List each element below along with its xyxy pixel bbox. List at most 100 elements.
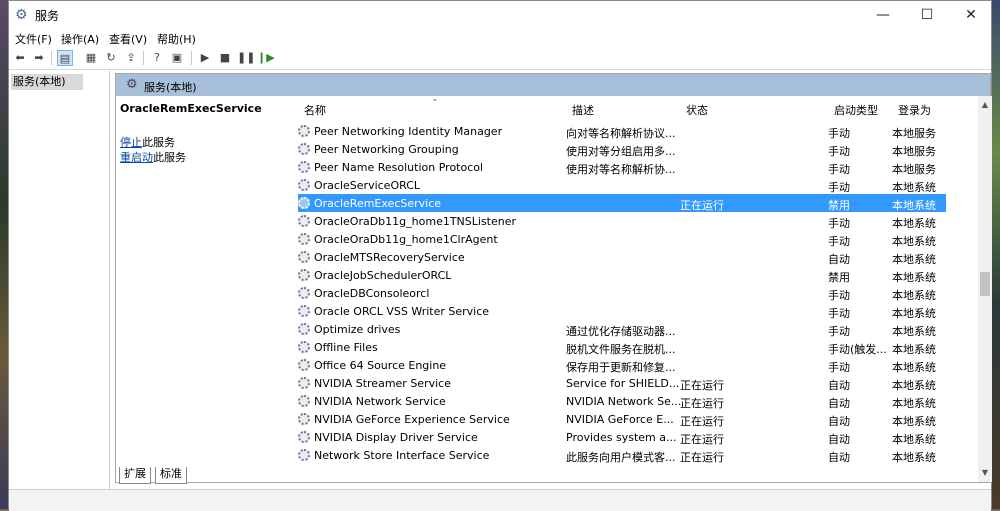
service-name: OracleOraDb11g_home1ClrAgent xyxy=(314,233,498,246)
service-status: 正在运行 xyxy=(680,451,724,464)
table-row[interactable]: Office 64 Source Engine 保存用于更新和修复... 手动 本地系… xyxy=(298,356,946,374)
table-row[interactable]: NVIDIA GeForce Experience Service NVIDIA … xyxy=(298,410,946,428)
table-row[interactable]: OracleDBConsoleorcl 手动 本地系统 xyxy=(298,284,946,302)
service-name: NVIDIA Network Service xyxy=(314,395,446,408)
service-log-on-as: 本地系统 xyxy=(892,253,936,266)
pause-service-icon[interactable]: ❚❚ xyxy=(237,50,255,66)
service-description: Provides system a... xyxy=(566,431,677,444)
properties-icon[interactable]: ▦ xyxy=(83,50,99,66)
table-row[interactable]: OracleOraDb11g_home1TNSListener 手动 本地系统 xyxy=(298,212,946,230)
table-row[interactable]: OracleMTSRecoveryService 自动 本地系统 xyxy=(298,248,946,266)
back-arrow-icon[interactable]: ⬅ xyxy=(12,50,28,66)
export-list-icon[interactable]: ⇪ xyxy=(123,50,139,66)
service-name: OracleDBConsoleorcl xyxy=(314,287,430,300)
column-header-name[interactable]: 名称 xyxy=(304,102,326,118)
service-description: 脱机文件服务在脱机... xyxy=(566,343,676,356)
start-service-icon[interactable]: ▶ xyxy=(197,50,213,66)
minimize-button[interactable]: — xyxy=(861,1,905,29)
menu-bar: 文件(F) 操作(A) 查看(V) 帮助(H) xyxy=(9,29,991,47)
tab-standard[interactable]: 标准 xyxy=(155,467,187,484)
scroll-down-arrow-icon[interactable]: ▼ xyxy=(980,468,990,478)
service-gear-icon xyxy=(298,251,310,263)
service-log-on-as: 本地系统 xyxy=(892,217,936,230)
column-header-startup-type[interactable]: 启动类型 xyxy=(834,102,878,118)
service-status: 正在运行 xyxy=(680,397,724,410)
table-row[interactable]: OracleServiceORCL 手动 本地系统 xyxy=(298,176,946,194)
menu-action[interactable]: 操作(A) xyxy=(61,31,99,47)
column-header-log-on-as[interactable]: 登录为 xyxy=(898,102,931,118)
tab-extended[interactable]: 扩展 xyxy=(119,467,151,484)
maximize-button[interactable]: ☐ xyxy=(905,1,949,29)
table-row[interactable]: NVIDIA Streamer Service Service for SHIEL… xyxy=(298,374,946,392)
restart-service-icon[interactable]: ❙▶ xyxy=(257,50,275,66)
table-row[interactable]: NVIDIA Network Service NVIDIA Network Se.… xyxy=(298,392,946,410)
service-log-on-as: 本地系统 xyxy=(892,235,936,248)
table-row[interactable]: OracleOraDb11g_home1ClrAgent 手动 本地系统 xyxy=(298,230,946,248)
service-startup-type: 自动 xyxy=(828,253,850,266)
service-startup-type: 自动 xyxy=(828,451,850,464)
service-name: OracleJobSchedulerORCL xyxy=(314,269,452,282)
service-name: OracleMTSRecoveryService xyxy=(314,251,465,264)
table-row[interactable]: Oracle ORCL VSS Writer Service 手动 本地系统 xyxy=(298,302,946,320)
show-action-pane-icon[interactable]: ▣ xyxy=(169,50,185,66)
service-name: Peer Networking Grouping xyxy=(314,143,459,156)
scroll-up-arrow-icon[interactable]: ▲ xyxy=(980,100,990,110)
show-console-tree-icon[interactable]: ▤ xyxy=(57,50,73,66)
menu-help[interactable]: 帮助(H) xyxy=(157,31,196,47)
services-gear-icon: ⚙ xyxy=(126,77,138,92)
sort-chevron-icon: ⌄ xyxy=(431,94,439,104)
vertical-scrollbar[interactable]: ▲ ▼ xyxy=(978,96,992,482)
service-log-on-as: 本地系统 xyxy=(892,379,936,392)
close-button[interactable]: ✕ xyxy=(949,1,993,29)
table-row[interactable]: Peer Name Resolution Protocol 使用对等名称解析协..… xyxy=(298,158,946,176)
stop-service-icon[interactable]: ■ xyxy=(217,50,233,66)
service-log-on-as: 本地系统 xyxy=(892,289,936,302)
service-startup-type: 手动 xyxy=(828,235,850,248)
toolbar-separator xyxy=(191,51,192,65)
service-log-on-as: 本地服务 xyxy=(892,127,936,140)
stop-service-link[interactable]: 停止 xyxy=(120,136,142,149)
scrollbar-thumb[interactable] xyxy=(980,272,990,296)
table-row[interactable]: NVIDIA Display Driver Service Provides sy… xyxy=(298,428,946,446)
menu-view[interactable]: 查看(V) xyxy=(109,31,147,47)
service-log-on-as: 本地服务 xyxy=(892,163,936,176)
service-log-on-as: 本地系统 xyxy=(892,271,936,284)
desktop-edge-right xyxy=(992,0,1000,509)
status-bar xyxy=(9,489,991,511)
service-gear-icon xyxy=(298,395,310,407)
service-description: 向对等名称解析协议... xyxy=(566,127,676,140)
table-row[interactable]: Peer Networking Identity Manager 向对等名称解析协… xyxy=(298,122,946,140)
forward-arrow-icon[interactable]: ➡ xyxy=(31,50,47,66)
table-row[interactable]: OracleRemExecService 正在运行 禁用 本地系统 xyxy=(298,194,946,212)
table-row[interactable]: Peer Networking Grouping 使用对等分组启用多... 手动 本地… xyxy=(298,140,946,158)
service-gear-icon xyxy=(298,305,310,317)
service-gear-icon xyxy=(298,125,310,137)
service-name: NVIDIA Display Driver Service xyxy=(314,431,478,444)
help-icon[interactable]: ? xyxy=(149,50,165,66)
service-log-on-as: 本地系统 xyxy=(892,343,936,356)
table-row[interactable]: Offline Files 脱机文件服务在脱机... 手动(触发... 本地系统 xyxy=(298,338,946,356)
table-row[interactable]: Optimize drives 通过优化存储驱动器... 手动 本地系统 xyxy=(298,320,946,338)
service-gear-icon xyxy=(298,413,310,425)
service-log-on-as: 本地系统 xyxy=(892,199,936,212)
table-row[interactable]: Network Store Interface Service 此服务向用户模式客… xyxy=(298,446,946,464)
table-row[interactable]: OracleJobSchedulerORCL 禁用 本地系统 xyxy=(298,266,946,284)
restart-service-link[interactable]: 重启动 xyxy=(120,151,153,164)
service-startup-type: 手动 xyxy=(828,217,850,230)
service-gear-icon xyxy=(298,179,310,191)
service-startup-type: 手动 xyxy=(828,145,850,158)
column-header-status[interactable]: 状态 xyxy=(686,102,708,118)
service-description: Service for SHIELD... xyxy=(566,377,680,390)
service-gear-icon xyxy=(298,431,310,443)
service-log-on-as: 本地系统 xyxy=(892,433,936,446)
services-window: ⚙ 服务 — ☐ ✕ 文件(F) 操作(A) 查看(V) 帮助(H) ⬅ ➡ ▤… xyxy=(8,0,993,511)
service-startup-type: 手动 xyxy=(828,163,850,176)
service-name: Offline Files xyxy=(314,341,378,354)
refresh-icon[interactable]: ↻ xyxy=(103,50,119,66)
service-gear-icon xyxy=(298,269,310,281)
tree-item-services-local[interactable]: 服务(本地) xyxy=(11,74,83,90)
menu-file[interactable]: 文件(F) xyxy=(15,31,52,47)
service-startup-type: 手动 xyxy=(828,361,850,374)
service-status: 正在运行 xyxy=(680,433,724,446)
column-header-description[interactable]: 描述 xyxy=(572,102,594,118)
